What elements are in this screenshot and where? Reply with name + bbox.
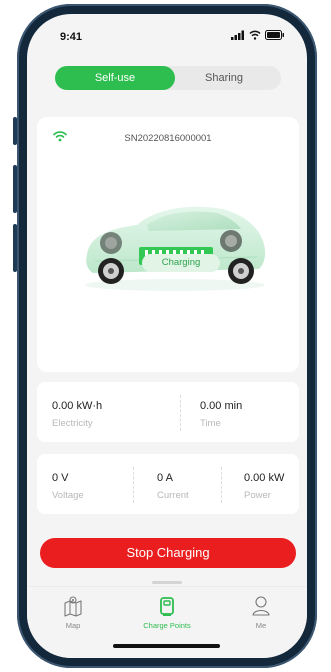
side-button bbox=[13, 117, 17, 145]
energy-time-card: 0.00 kW·h Electricity 0.00 min Time bbox=[37, 382, 299, 442]
tab-label: Charge Points bbox=[143, 621, 191, 630]
segment-self-use[interactable]: Self-use bbox=[55, 66, 175, 90]
side-button bbox=[13, 165, 17, 213]
status-badge: Charging bbox=[142, 254, 220, 272]
segment-sharing[interactable]: Sharing bbox=[167, 66, 281, 90]
charger-icon bbox=[160, 597, 174, 616]
tab-me[interactable]: Me bbox=[221, 595, 301, 630]
metric-current: 0 A Current bbox=[124, 454, 212, 514]
metric-value: 0.00 kW bbox=[244, 472, 285, 484]
car-illustration bbox=[85, 206, 266, 291]
mode-segmented-control: Self-use Sharing bbox=[55, 66, 281, 90]
battery-icon bbox=[265, 30, 284, 40]
electrical-card: 0 V Voltage 0 A Current 0.00 kW Power bbox=[37, 454, 299, 514]
tab-charge-points[interactable]: Charge Points bbox=[127, 595, 207, 630]
metric-value: 0.00 min bbox=[200, 400, 243, 412]
metric-label: Voltage bbox=[52, 490, 84, 501]
status-time: 9:41 bbox=[60, 31, 83, 43]
metric-value: 0 V bbox=[52, 472, 69, 484]
wifi-status-icon bbox=[249, 30, 261, 40]
metric-label: Time bbox=[200, 418, 221, 429]
user-icon bbox=[252, 596, 270, 616]
metric-label: Current bbox=[157, 490, 189, 501]
tab-label: Map bbox=[65, 621, 81, 630]
metric-time: 0.00 min Time bbox=[167, 382, 299, 442]
metric-label: Power bbox=[244, 490, 271, 501]
side-button bbox=[13, 224, 17, 272]
metric-voltage: 0 V Voltage bbox=[37, 454, 124, 514]
signal-icon bbox=[231, 30, 244, 40]
tab-label: Me bbox=[255, 621, 267, 630]
home-indicator bbox=[113, 644, 220, 648]
status-icons bbox=[231, 30, 285, 40]
metric-label: Electricity bbox=[52, 418, 93, 429]
status-bar: 9:41 bbox=[27, 14, 307, 58]
map-icon bbox=[64, 596, 82, 617]
scroll-indicator bbox=[152, 581, 182, 584]
stop-charging-button[interactable]: Stop Charging bbox=[40, 538, 296, 568]
tab-map[interactable]: Map bbox=[33, 595, 113, 630]
metric-value: 0.00 kW·h bbox=[52, 400, 103, 412]
metric-electricity: 0.00 kW·h Electricity bbox=[37, 382, 167, 442]
device-serial: SN20220816000001 bbox=[124, 133, 212, 144]
metric-value: 0 A bbox=[157, 472, 173, 484]
metric-power: 0.00 kW Power bbox=[212, 454, 299, 514]
device-card: SN20220816000001 bbox=[37, 117, 299, 372]
phone-screen: 9:41 Self-use Sharing SN20220816000001 C… bbox=[27, 14, 307, 658]
wheel-icon bbox=[100, 232, 122, 254]
